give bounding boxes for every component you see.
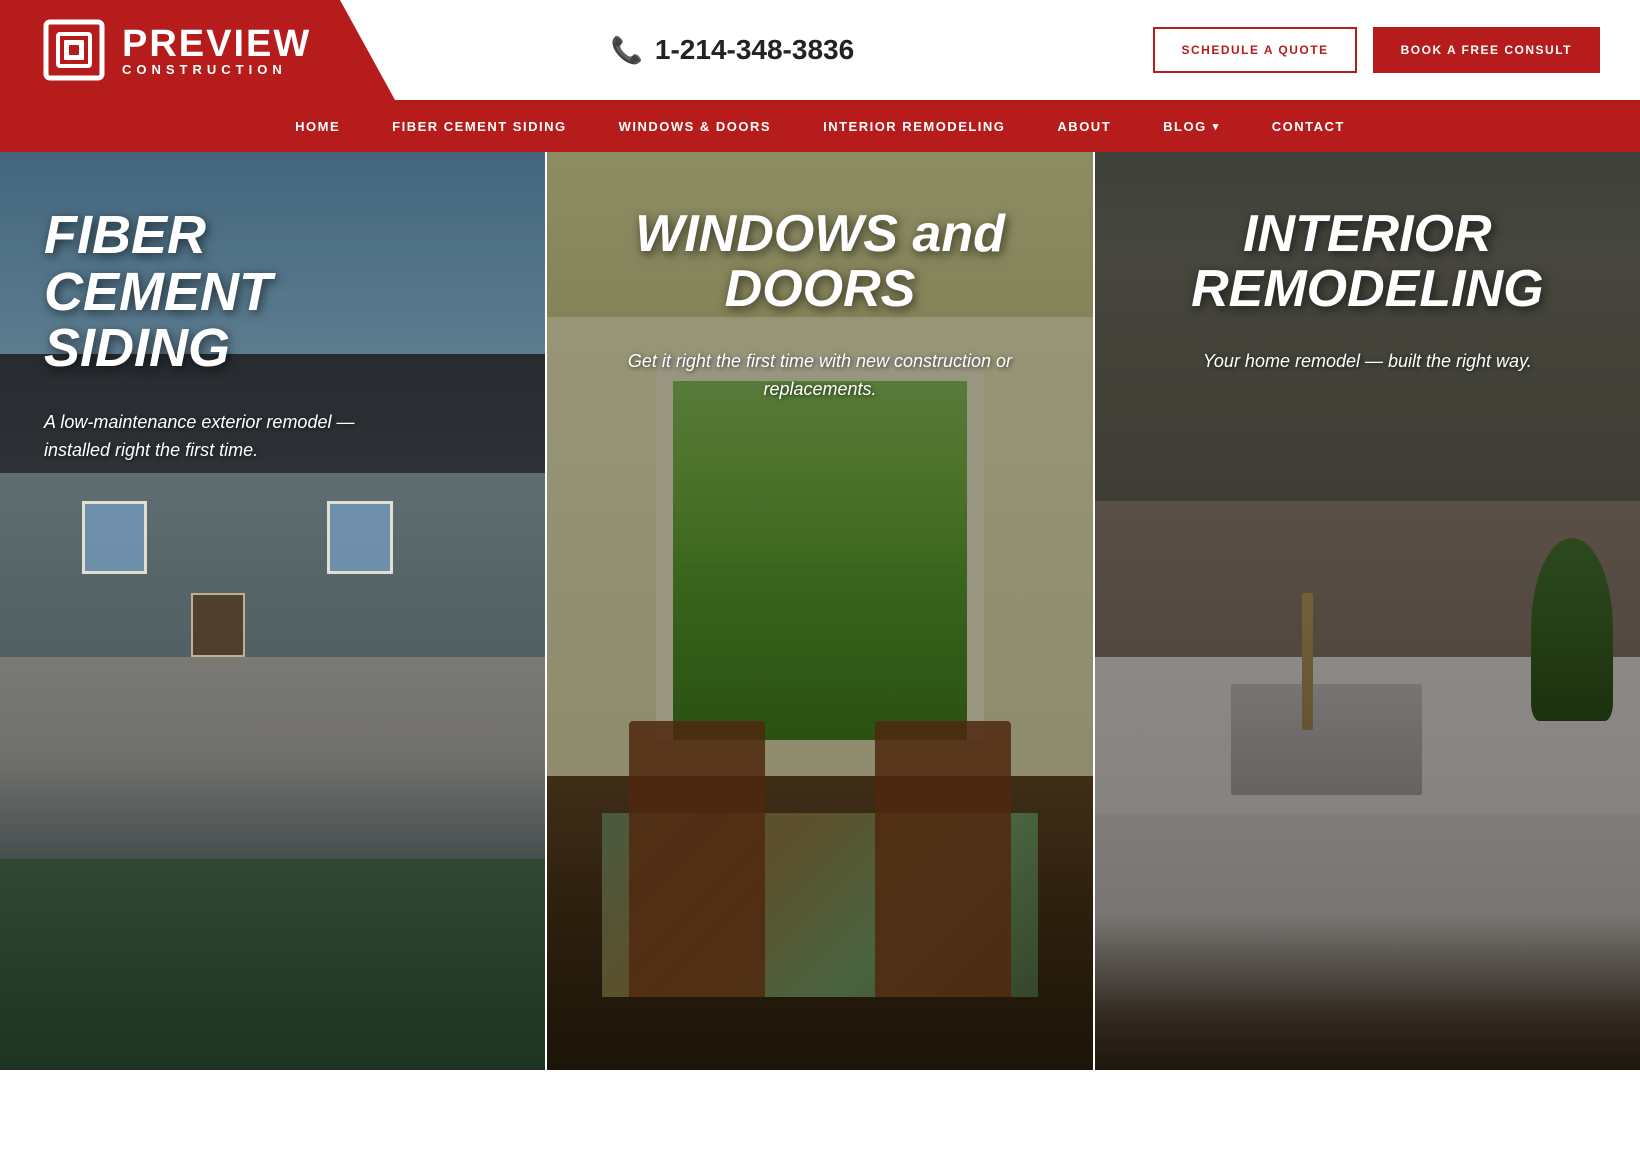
hero-panel-windows[interactable]: WINDOWS and DOORS Get it right the first…: [547, 152, 1092, 1070]
nav-item-home[interactable]: HOME: [269, 100, 366, 152]
windows-panel-content: WINDOWS and DOORS Get it right the first…: [591, 207, 1048, 404]
interior-panel-title: INTERIOR REMODELING: [1139, 207, 1596, 316]
windows-panel-title: WINDOWS and DOORS: [591, 207, 1048, 316]
main-nav: HOME FIBER CEMENT SIDING WINDOWS & DOORS…: [0, 100, 1640, 152]
siding-panel-content: FIBER CEMENT SIDING A low-maintenance ex…: [44, 207, 501, 465]
site-header: PREVIEW CONSTRUCTION 📞 1-214-348-3836 SC…: [0, 0, 1640, 100]
logo-construction: CONSTRUCTION: [122, 63, 311, 76]
nav-item-blog[interactable]: BLOG ▾: [1137, 100, 1246, 152]
phone-number[interactable]: 1-214-348-3836: [655, 34, 854, 66]
phone-icon: 📞: [611, 35, 643, 66]
interior-panel-content: INTERIOR REMODELING Your home remodel — …: [1139, 207, 1596, 376]
schedule-quote-button[interactable]: SCHEDULE A QUOTE: [1153, 27, 1356, 73]
siding-panel-subtitle: A low-maintenance exterior remodel — ins…: [44, 409, 404, 465]
header-phone-section: 📞 1-214-348-3836: [311, 34, 1153, 66]
nav-item-about[interactable]: ABOUT: [1031, 100, 1137, 152]
nav-item-interior-remodeling[interactable]: INTERIOR REMODELING: [797, 100, 1031, 152]
logo-text: PREVIEW CONSTRUCTION: [122, 25, 311, 76]
hero-section: FIBER CEMENT SIDING A low-maintenance ex…: [0, 152, 1640, 1070]
book-consult-button[interactable]: BOOK A FREE CONSULT: [1373, 27, 1600, 73]
panel-separator-2: [1093, 152, 1095, 1070]
panel-separator-1: [545, 152, 547, 1070]
interior-panel-subtitle: Your home remodel — built the right way.: [1139, 348, 1596, 376]
logo[interactable]: PREVIEW CONSTRUCTION: [40, 16, 311, 84]
nav-item-fiber-cement[interactable]: FIBER CEMENT SIDING: [366, 100, 592, 152]
siding-panel-title: FIBER CEMENT SIDING: [44, 207, 404, 377]
hero-panel-interior[interactable]: INTERIOR REMODELING Your home remodel — …: [1095, 152, 1640, 1070]
blog-chevron-icon: ▾: [1213, 120, 1220, 133]
logo-preview: PREVIEW: [122, 25, 311, 63]
windows-panel-subtitle: Get it right the first time with new con…: [591, 348, 1048, 404]
hero-panel-siding[interactable]: FIBER CEMENT SIDING A low-maintenance ex…: [0, 152, 545, 1070]
logo-icon: [40, 16, 108, 84]
nav-item-windows-doors[interactable]: WINDOWS & DOORS: [593, 100, 798, 152]
nav-item-contact[interactable]: CONTACT: [1246, 100, 1371, 152]
header-cta-buttons: SCHEDULE A QUOTE BOOK A FREE CONSULT: [1153, 27, 1600, 73]
